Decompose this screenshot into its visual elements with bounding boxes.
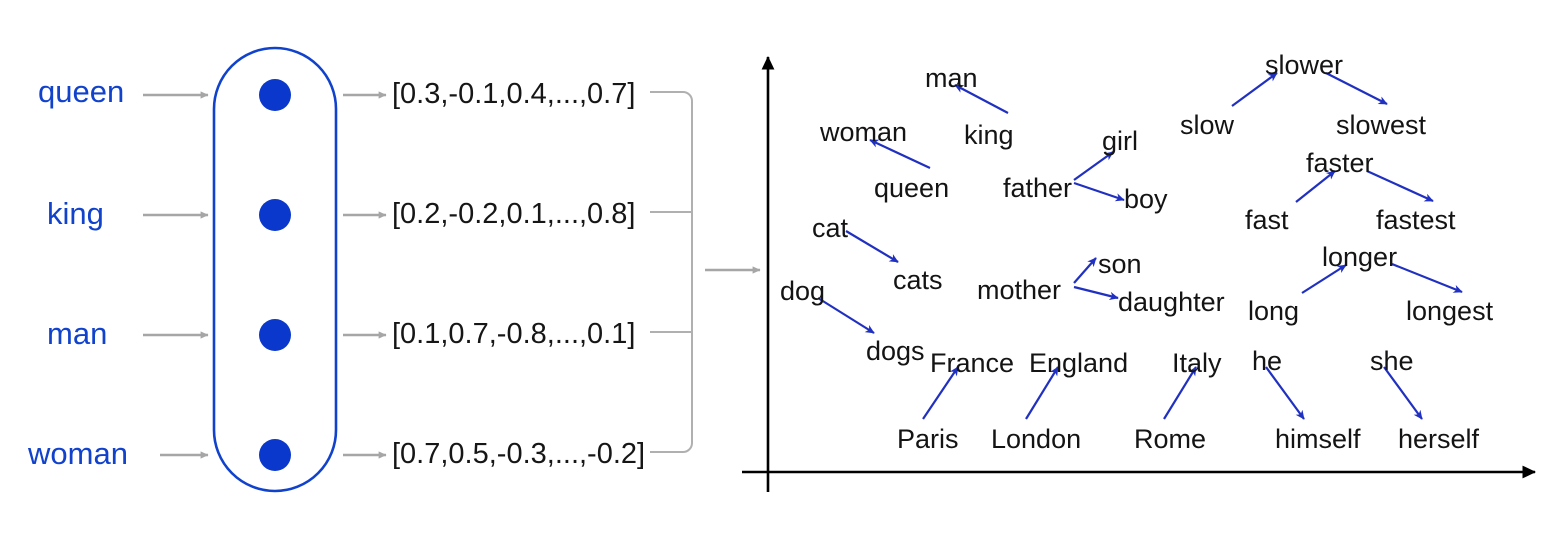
embedding-vector-1: [0.2,-0.2,0.1,...,0.8] [392, 198, 636, 230]
plot-word-slower: slower [1265, 50, 1344, 80]
plot-word-longest: longest [1406, 296, 1494, 326]
plot-word-woman: woman [820, 117, 908, 147]
plot-word-queen: queen [874, 173, 950, 203]
plot-word-England: England [1029, 348, 1129, 378]
plot-word-Paris: Paris [897, 424, 959, 454]
input-word-man: man [47, 316, 108, 351]
plot-word-London: London [991, 424, 1082, 454]
plot-word-cat: cat [812, 213, 849, 243]
embedding-node-1 [259, 199, 291, 231]
plot-word-Rome: Rome [1134, 424, 1207, 454]
plot-word-daughter: daughter [1118, 287, 1225, 317]
plot-word-boy: boy [1124, 184, 1168, 214]
plot-word-herself: herself [1398, 424, 1480, 454]
plot-word-dogs: dogs [866, 336, 925, 366]
input-word-king: king [47, 196, 104, 231]
embedding-node-group [259, 79, 291, 471]
embedding-model-capsule [212, 46, 338, 493]
relation-dog-to-dogs [817, 297, 875, 334]
input-word-queen: queen [38, 74, 125, 109]
plot-word-girl: girl [1102, 126, 1139, 156]
plot-word-France: France [930, 348, 1015, 378]
plot-word-slow: slow [1180, 110, 1235, 140]
input-word-woman: woman [28, 436, 128, 471]
relation-mother-to-daughter [1073, 285, 1119, 301]
diagram-canvas: queen king man woman [0.3,-0.1,0.4,...,0.7]… [0, 0, 1568, 539]
plot-word-slowest: slowest [1336, 110, 1427, 140]
embedding-vector-3: [0.7,0.5,-0.3,...,-0.2] [392, 438, 646, 470]
output-arrow-group [343, 91, 387, 459]
relation-father-to-boy [1073, 181, 1125, 202]
bracket-outline [650, 91, 693, 453]
embedding-node-2 [259, 319, 291, 351]
plot-word-himself: himself [1275, 424, 1361, 454]
plot-word-he: he [1252, 346, 1283, 376]
plot-word-dog: dog [780, 276, 826, 306]
relation-faster-to-fastest [1366, 169, 1434, 203]
plot-word-fast: fast [1245, 205, 1289, 235]
plot-word-she: she [1370, 346, 1414, 376]
vector-group-bracket [650, 91, 693, 453]
plot-word-long: long [1248, 296, 1300, 326]
relation-cat-to-cats [845, 230, 899, 263]
plot-word-father: father [1003, 173, 1073, 203]
plot-word-Italy: Italy [1172, 348, 1222, 378]
embedding-vector-0: [0.3,-0.1,0.4,...,0.7] [392, 78, 636, 110]
embedding-node-0 [259, 79, 291, 111]
input-arrow-group [143, 91, 209, 459]
embedding-vector-2: [0.1,0.7,-0.8,...,0.1] [392, 318, 636, 350]
relation-father-to-girl [1073, 151, 1114, 181]
plot-word-mother: mother [977, 275, 1062, 305]
plot-word-son: son [1098, 249, 1142, 279]
embedding-node-3 [259, 439, 291, 471]
relation-longer-to-longest [1391, 262, 1463, 294]
plot-word-faster: faster [1306, 148, 1374, 178]
plot-word-longer: longer [1322, 242, 1398, 272]
relation-mother-to-son [1073, 257, 1097, 284]
plot-word-king: king [964, 120, 1014, 150]
plot-word-fastest: fastest [1376, 205, 1456, 235]
plot-word-man: man [925, 63, 978, 93]
plot-word-cats: cats [893, 265, 943, 295]
